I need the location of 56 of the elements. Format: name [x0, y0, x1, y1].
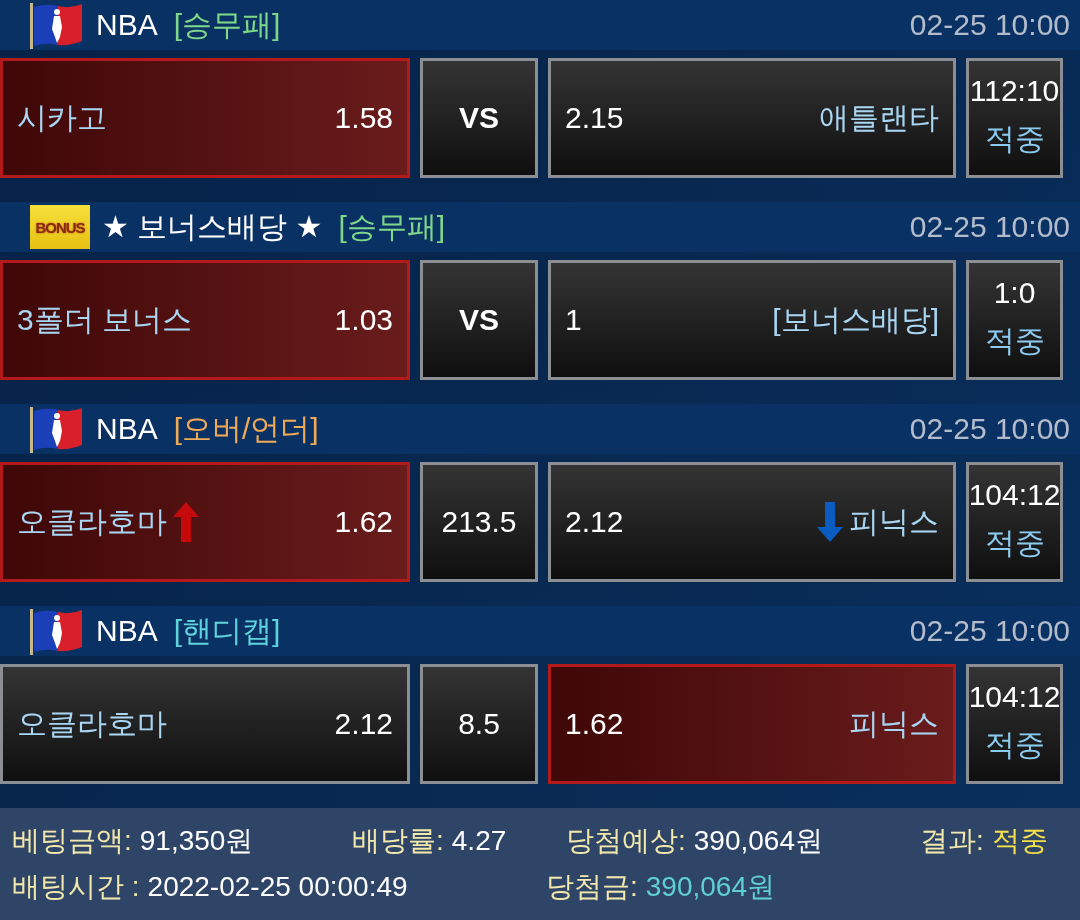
league-name: NBA	[96, 412, 158, 446]
match-time: 02-25 10:00	[909, 8, 1070, 42]
market-tag: [승무패]	[338, 206, 446, 248]
odds-value: 1.58	[334, 101, 393, 135]
score-text: 104:12	[968, 477, 1061, 513]
versus-cell: VS	[420, 260, 538, 380]
result-status: 적중	[984, 525, 1045, 561]
odds-value: 2.15	[565, 101, 624, 135]
summary-label: 배팅시간 :	[12, 870, 140, 904]
score-text: 1:0	[993, 275, 1036, 311]
match-time: 02-25 10:00	[909, 412, 1070, 446]
team-name: 오클라호마	[17, 705, 167, 742]
odds-value: 2.12	[334, 707, 393, 741]
summary-value: 4.27	[451, 825, 507, 857]
summary-value: 390,064원	[693, 824, 823, 858]
match-time: 02-25 10:00	[909, 614, 1070, 648]
line-value-cell: 8.5	[420, 664, 538, 784]
bonus-badge: BONUS	[30, 205, 90, 249]
odds-value: 1.03	[334, 303, 393, 337]
league-name: NBA	[96, 8, 158, 42]
team-name: 피닉스	[849, 705, 939, 742]
summary-value: 91,350원	[139, 824, 254, 858]
flag-icon	[30, 405, 84, 453]
result-status: 적중	[984, 727, 1045, 763]
league-name: ★ 보너스배당 ★	[102, 208, 323, 245]
odds-value: 1.62	[565, 707, 624, 741]
team-name: 3폴더 보너스	[17, 301, 193, 338]
match-time: 02-25 10:00	[909, 210, 1070, 244]
score-text: 104:12	[968, 679, 1061, 715]
market-tag: [오버/언더]	[173, 408, 319, 450]
team-name: [보너스배당]	[772, 301, 939, 338]
team-name: 피닉스	[849, 503, 939, 540]
summary-label: 결과:	[920, 824, 984, 858]
summary-label: 당첨예상:	[566, 824, 686, 858]
odds-value: 1	[565, 303, 582, 337]
market-tag: [승무패]	[173, 4, 281, 46]
summary-value: 390,064원	[645, 870, 775, 904]
team-name: 시카고	[17, 99, 107, 136]
odds-value: 1.62	[334, 505, 393, 539]
team-name: 애틀랜타	[819, 99, 939, 136]
summary-label: 당첨금:	[546, 870, 638, 904]
summary-label: 베팅금액:	[12, 824, 132, 858]
odds-value: 2.12	[565, 505, 624, 539]
summary-value: 2022-02-25 00:00:49	[147, 871, 408, 903]
versus-cell: VS	[420, 58, 538, 178]
result-status: 적중	[984, 121, 1045, 157]
score-text: 112:10	[969, 73, 1060, 109]
result-status: 적중	[984, 323, 1045, 359]
summary-value: 적중	[991, 824, 1048, 858]
team-name: 오클라호마	[17, 503, 167, 540]
summary-label: 배당률:	[352, 824, 444, 858]
flag-icon	[30, 607, 84, 655]
flag-icon	[30, 1, 84, 49]
market-tag: [핸디캡]	[173, 610, 281, 652]
league-name: NBA	[96, 614, 158, 648]
line-value-cell: 213.5	[420, 462, 538, 582]
